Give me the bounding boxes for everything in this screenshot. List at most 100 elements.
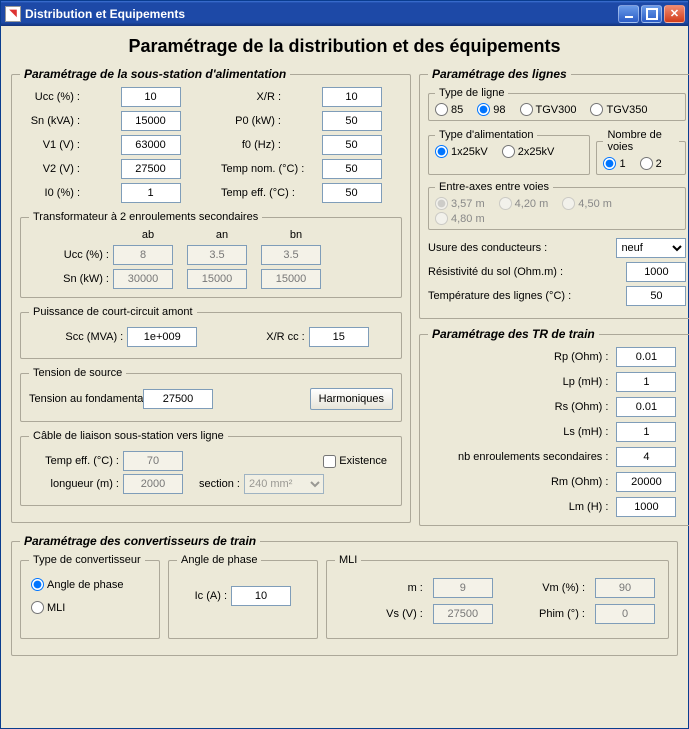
cable-long-input: [123, 474, 183, 494]
existence-input[interactable]: [323, 455, 336, 468]
harmoniques-button[interactable]: Harmoniques: [310, 388, 393, 410]
lp-input[interactable]: [616, 372, 676, 392]
type-ligne-tgv350[interactable]: TGV350: [590, 103, 647, 116]
titlebar: ◥ Distribution et Equipements: [1, 1, 688, 26]
conv-angle-radio[interactable]: Angle de phase: [31, 578, 143, 591]
ls-input[interactable]: [616, 422, 676, 442]
v2-input[interactable]: [121, 159, 181, 179]
phim-label: Phim (°) :: [498, 608, 585, 620]
existence-label: Existence: [339, 455, 387, 467]
vsrc-fieldset: Tension de source Tension au fondamental…: [20, 367, 402, 422]
voies-2[interactable]: 2: [640, 157, 662, 170]
existence-checkbox[interactable]: Existence: [323, 455, 387, 468]
rm-label: Rm (Ohm) :: [458, 476, 608, 488]
ic-label: Ic (A) :: [177, 590, 227, 602]
v1-input[interactable]: [121, 135, 181, 155]
v2-label: V2 (V) :: [20, 163, 80, 175]
xrcc-input[interactable]: [309, 327, 369, 347]
voies-1[interactable]: 1: [603, 157, 625, 170]
resist-input[interactable]: [626, 262, 686, 282]
angle-fieldset: Angle de phase Ic (A) :: [168, 554, 318, 639]
transfo2-legend: Transformateur à 2 enroulements secondai…: [29, 211, 262, 223]
nbe-input[interactable]: [616, 447, 676, 467]
substation-legend: Paramétrage de la sous-station d'aliment…: [20, 67, 290, 81]
rm-input[interactable]: [616, 472, 676, 492]
t2-ucc-an: [187, 245, 247, 265]
rs-label: Rs (Ohm) :: [458, 401, 608, 413]
ic-input[interactable]: [231, 586, 291, 606]
window: ◥ Distribution et Equipements Paramétrag…: [0, 0, 689, 729]
entre-axes-legend: Entre-axes entre voies: [435, 181, 553, 193]
alim-1x25[interactable]: 1x25kV: [435, 145, 488, 158]
ucc-input[interactable]: [121, 87, 181, 107]
pcc-legend: Puissance de court-circuit amont: [29, 306, 197, 318]
type-ligne-legend: Type de ligne: [435, 87, 508, 99]
vsrc-legend: Tension de source: [29, 367, 126, 379]
cable-fieldset: Câble de liaison sous-station vers ligne…: [20, 430, 402, 506]
lm-label: Lm (H) :: [458, 501, 608, 513]
scc-input[interactable]: [127, 327, 197, 347]
type-ligne-98[interactable]: 98: [477, 103, 505, 116]
type-ligne-fieldset: Type de ligne 85 98 TGV300 TGV350: [428, 87, 686, 121]
scc-label: Scc (MVA) :: [53, 331, 123, 343]
ea-420: 4,20 m: [499, 197, 549, 210]
p0-input[interactable]: [322, 111, 382, 131]
tr-train-legend: Paramétrage des TR de train: [428, 327, 599, 341]
ea-450: 4,50 m: [562, 197, 612, 210]
cable-long-label: longueur (m) :: [29, 478, 119, 490]
lignes-fieldset: Paramétrage des lignes Type de ligne 85 …: [419, 67, 689, 319]
minimize-button[interactable]: [618, 5, 639, 23]
templ-input[interactable]: [626, 286, 686, 306]
ea-480: 4,80 m: [435, 212, 485, 225]
teff-input[interactable]: [322, 183, 382, 203]
conv-legend: Paramétrage des convertisseurs de train: [20, 534, 260, 548]
vf-input[interactable]: [143, 389, 213, 409]
t2-sn-ab: [113, 269, 173, 289]
nbe-label: nb enroulements secondaires :: [458, 451, 608, 463]
alim-2x25[interactable]: 2x25kV: [502, 145, 555, 158]
transfo2-fieldset: Transformateur à 2 enroulements secondai…: [20, 211, 402, 298]
close-button[interactable]: [664, 5, 685, 23]
vs-input: [433, 604, 493, 624]
nb-voies-fieldset: Nombre de voies 1 2: [596, 129, 686, 175]
type-alim-legend: Type d'alimentation: [435, 129, 537, 141]
lignes-legend: Paramétrage des lignes: [428, 67, 571, 81]
t2-ucc-bn: [261, 245, 321, 265]
t2-sn-label: Sn (kW) :: [29, 273, 109, 285]
conv-type-legend: Type de convertisseur: [29, 554, 145, 566]
ea-357: 3,57 m: [435, 197, 485, 210]
rp-input[interactable]: [616, 347, 676, 367]
f0-input[interactable]: [322, 135, 382, 155]
angle-legend: Angle de phase: [177, 554, 261, 566]
type-ligne-85[interactable]: 85: [435, 103, 463, 116]
lm-input[interactable]: [616, 497, 676, 517]
mli-legend: MLI: [335, 554, 361, 566]
lp-label: Lp (mH) :: [458, 376, 608, 388]
t2-sn-bn: [261, 269, 321, 289]
i0-input[interactable]: [121, 183, 181, 203]
p0-label: P0 (kW) :: [221, 115, 281, 127]
f0-label: f0 (Hz) :: [221, 139, 281, 151]
i0-label: I0 (%) :: [20, 187, 80, 199]
vf-label: Tension au fondamental (V) :: [29, 393, 139, 405]
usure-select[interactable]: neuf: [616, 238, 686, 258]
cable-legend: Câble de liaison sous-station vers ligne: [29, 430, 228, 442]
tr-train-fieldset: Paramétrage des TR de train Rp (Ohm) : L…: [419, 327, 689, 526]
vm-label: Vm (%) :: [498, 582, 585, 594]
maximize-button[interactable]: [641, 5, 662, 23]
sn-input[interactable]: [121, 111, 181, 131]
templ-label: Température des lignes (°C) :: [428, 290, 620, 302]
conv-mli-radio[interactable]: MLI: [31, 601, 143, 614]
rs-input[interactable]: [616, 397, 676, 417]
cable-teff-input: [123, 451, 183, 471]
page-title: Paramétrage de la distribution et des éq…: [11, 36, 678, 57]
xr-input[interactable]: [322, 87, 382, 107]
t2-ucc-label: Ucc (%) :: [29, 249, 109, 261]
xr-label: X/R :: [221, 91, 281, 103]
xrcc-label: X/R cc :: [250, 331, 305, 343]
type-ligne-tgv300[interactable]: TGV300: [520, 103, 577, 116]
phim-input: [595, 604, 655, 624]
app-icon: ◥: [5, 6, 21, 22]
type-alim-fieldset: Type d'alimentation 1x25kV 2x25kV: [428, 129, 590, 175]
tnom-input[interactable]: [322, 159, 382, 179]
